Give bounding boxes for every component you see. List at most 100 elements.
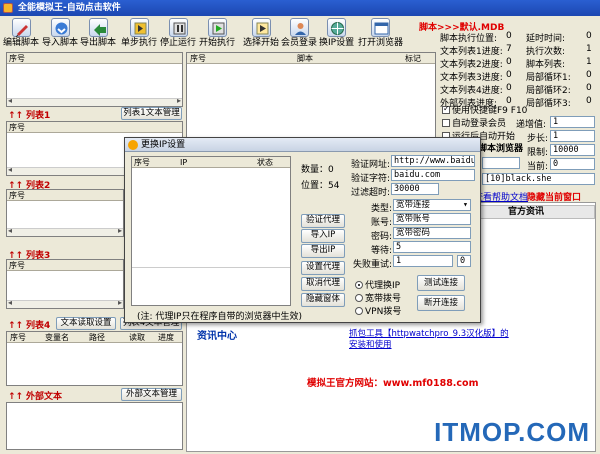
count-value: 0 <box>328 165 334 175</box>
verify-proxy-button[interactable]: 验证代理 <box>301 214 345 228</box>
news-link-install[interactable]: 安装和使用 <box>349 338 392 350</box>
cancel-proxy-button[interactable]: 取消代理 <box>301 277 345 291</box>
ip-table[interactable]: 序号 IP 状态 <box>131 156 291 306</box>
external-label-row: ↑↑ 外部文本 <box>8 389 62 402</box>
toolbar-button-export[interactable]: 导出脚本 <box>80 17 116 51</box>
radio-proxy-dot <box>355 281 363 289</box>
toolbar-button-play[interactable]: 开始执行 <box>199 17 235 51</box>
fail-retry-input[interactable]: 1 <box>393 255 453 267</box>
radio-vpn-dot <box>355 307 363 315</box>
step-input[interactable]: 1 <box>550 130 595 142</box>
import-ip-button[interactable]: 导入IP <box>301 229 345 243</box>
auto-login-check-icon <box>442 119 450 127</box>
toolbar-label: 会员登录 <box>281 38 318 48</box>
script-table-header: 序号 脚本 标记 <box>187 53 435 64</box>
password-input[interactable]: 宽带密码 <box>393 227 471 239</box>
radio-vpn-label: VPN拨号 <box>365 307 402 317</box>
account-label: 账号: <box>371 218 393 228</box>
export-ip-button[interactable]: 导出IP <box>301 244 345 258</box>
list4-col-progress: 进度 <box>158 333 174 342</box>
verify-str-input[interactable]: baidu.com <box>391 169 475 181</box>
timeout-input[interactable]: 30000 <box>391 183 439 195</box>
toolbar-button-browser[interactable]: 打开浏览器 <box>358 17 403 51</box>
list0-scrollbar[interactable] <box>7 96 182 106</box>
toolbar-button-stop[interactable]: 停止运行 <box>160 17 196 51</box>
toolbar-button-select-start[interactable]: 选择开始 <box>243 17 279 51</box>
password-label: 密码: <box>371 232 393 242</box>
external-label: 外部文本 <box>25 392 62 402</box>
toolbar-button-edit[interactable]: 编辑脚本 <box>3 17 39 51</box>
browser-label: 脚本浏览器 <box>478 144 524 154</box>
verify-url-input[interactable]: http://www.baidu.com <box>391 155 475 167</box>
increment-input[interactable]: 1 <box>550 116 595 128</box>
script-col-mark: 标记 <box>405 54 421 63</box>
toolbar-label: 选择开始 <box>243 38 280 48</box>
script-table[interactable]: 序号 脚本 标记 <box>186 52 436 144</box>
test-connection-button[interactable]: 测试连接 <box>417 275 465 291</box>
ip-col-status: 状态 <box>257 158 273 167</box>
stats-panel: 脚本执行位置: 0 延时时间: 0 文本列表1进度: 7 执行次数: 1 文本列表2进度: 0 脚本… <box>440 31 598 111</box>
toolbar: 编辑脚本 导入脚本 导出脚本 单步执行 停止运行 开始执行 选择开始 会员登录 换IP设置 打开浏… <box>0 17 420 51</box>
count-label: 数量：0 <box>301 165 334 175</box>
list3-panel[interactable]: 序号 <box>6 259 124 309</box>
toolbar-button-import[interactable]: 导入脚本 <box>42 17 78 51</box>
text-read-settings-button[interactable]: 文本读取设置 <box>56 317 116 330</box>
list4-arrows: ↑↑ <box>8 321 24 331</box>
fail-retry-extra-input[interactable]: 0 <box>457 255 471 267</box>
toolbar-label: 打开浏览器 <box>358 38 404 48</box>
official-site-link[interactable]: 模拟王官方网站：www.mf0188.com <box>307 375 478 389</box>
step-label: 步长: <box>527 134 549 144</box>
stat-label: 文本列表2进度: <box>440 60 503 70</box>
ip-settings-dialog: 更换IP设置 序号 IP 状态 数量：0 位置：54 验证网址: http://… <box>124 137 481 323</box>
watermark-logo: ITMOP.COM <box>434 417 590 447</box>
stat-value: 1 <box>586 57 592 67</box>
set-proxy-button[interactable]: 设置代理 <box>301 261 345 275</box>
disconnect-button[interactable]: 断开连接 <box>417 295 465 311</box>
current-input[interactable]: 0 <box>550 158 595 170</box>
stat-value: 0 <box>506 70 512 80</box>
account-input[interactable]: 宽带账号 <box>393 213 471 225</box>
toolbar-label: 停止运行 <box>160 38 197 48</box>
wait-label: 等待: <box>371 246 393 256</box>
hide-dialog-button[interactable]: 隐藏窗体 <box>301 293 345 307</box>
current-label: 当前: <box>527 162 549 172</box>
fail-retry-label: 失败重试: <box>353 260 393 270</box>
stat-label: 脚本执行位置: <box>440 34 498 44</box>
member-icon <box>289 18 309 37</box>
wait-input[interactable]: 5 <box>393 241 471 253</box>
stat-label: 文本列表3进度: <box>440 73 503 83</box>
list2-scrollbar[interactable] <box>7 226 123 236</box>
toolbar-button-ip[interactable]: 换IP设置 <box>319 17 354 51</box>
ip-table-header: 序号 IP 状态 <box>132 157 290 168</box>
external-manage-button[interactable]: 外部文本管理 <box>121 388 182 401</box>
hotkey-checkbox[interactable]: 使用快捷键F9 F10 <box>442 103 527 116</box>
list4-col-read: 读取 <box>129 333 145 342</box>
radio-broadband[interactable]: 宽带拨号 <box>355 291 401 304</box>
timeout-label: 过滤超时: <box>351 188 391 198</box>
stat-label: 文本列表1进度: <box>440 47 503 57</box>
list0-panel[interactable]: 序号 <box>6 52 183 107</box>
limit-input[interactable]: 10000 <box>550 144 595 156</box>
stat-value: 7 <box>506 44 512 54</box>
auto-login-checkbox[interactable]: 自动登录会员 <box>442 116 506 129</box>
external-text-area[interactable] <box>6 402 183 450</box>
list2-header: 序号 <box>7 190 123 201</box>
list4-header: 序号 变量名 路径 读取 进度 <box>7 332 182 343</box>
list3-scrollbar[interactable] <box>7 298 123 308</box>
toolbar-label: 单步执行 <box>121 38 158 48</box>
radio-vpn[interactable]: VPN拨号 <box>355 304 401 317</box>
toolbar-button-step[interactable]: 单步执行 <box>121 17 157 51</box>
list4-col-varname: 变量名 <box>45 333 69 342</box>
toolbar-button-member[interactable]: 会员登录 <box>281 17 317 51</box>
browser-combo-value: [10]black.she <box>485 174 552 184</box>
list4-panel[interactable]: 序号 变量名 路径 读取 进度 <box>6 331 183 386</box>
radio-proxy-ip[interactable]: 代理换IP <box>355 278 400 291</box>
type-select[interactable]: 宽带连接 ▾ <box>393 199 471 211</box>
hotkey-check-icon <box>442 104 450 114</box>
browser-small-input[interactable] <box>482 157 520 169</box>
list4-label: 列表4 <box>25 321 51 331</box>
browser-combo[interactable]: [10]black.she <box>482 173 595 185</box>
list2-panel[interactable]: 序号 <box>6 189 124 237</box>
list1-manage-button[interactable]: 列表1文本管理 <box>121 107 182 120</box>
stat-value: 0 <box>586 83 592 93</box>
